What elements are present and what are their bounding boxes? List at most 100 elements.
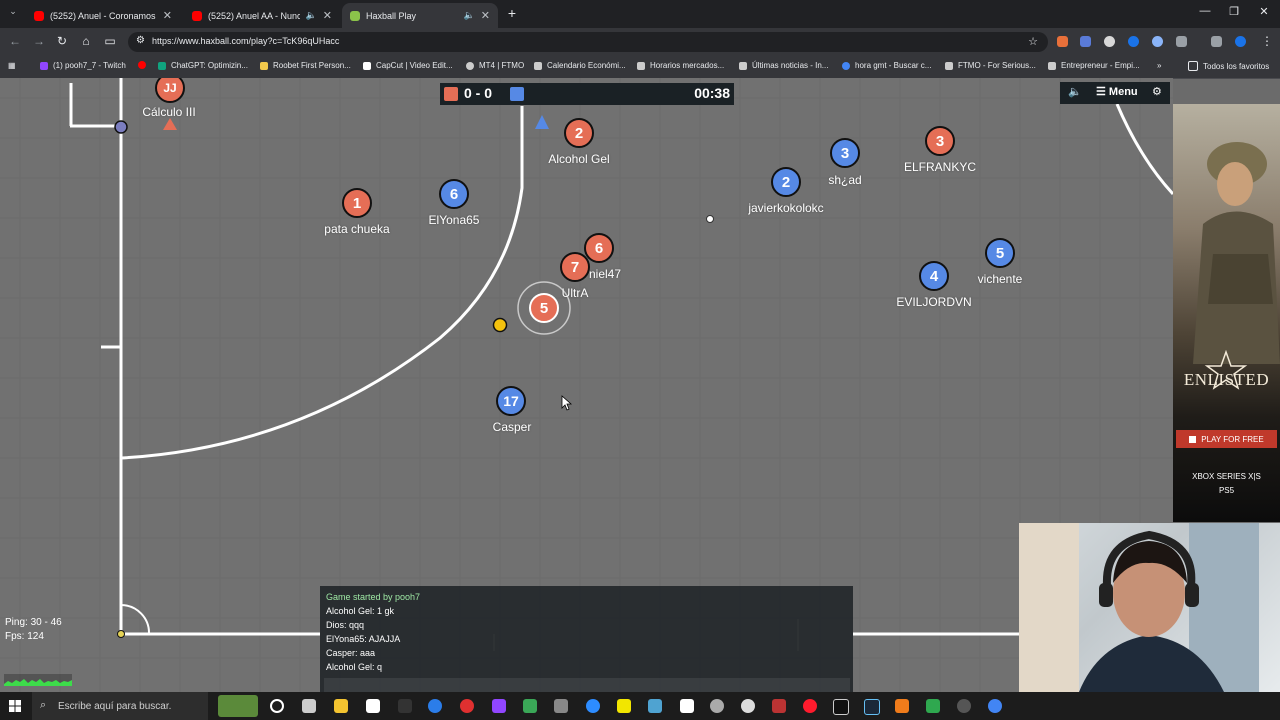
cortana-icon[interactable] (270, 699, 284, 713)
ad-title: ENLISTED (1183, 370, 1270, 389)
app-icon[interactable] (957, 699, 971, 713)
task-view-icon[interactable] (302, 699, 316, 713)
chrome-icon[interactable] (988, 699, 1002, 713)
player-disc-alcohol-gel: 2 (564, 118, 594, 148)
tab-youtube-1[interactable]: (5252) Anuel - Coronamos (Offi ✕ (26, 3, 180, 28)
weather-widget-icon[interactable] (218, 695, 258, 717)
extension-icon[interactable] (1057, 36, 1068, 47)
notepad-icon[interactable] (366, 699, 380, 713)
close-icon[interactable]: ✕ (481, 9, 490, 22)
player-disc-eviljordvn: 4 (919, 261, 949, 291)
bookmark-roobet[interactable]: Roobet First Person... (260, 61, 351, 70)
profile-avatar-icon[interactable] (1235, 36, 1246, 47)
bookmark-star-icon[interactable]: ☆ (1028, 35, 1038, 48)
tab-search-icon[interactable]: ⌄ (4, 6, 22, 17)
home-icon[interactable]: ⌂ (77, 34, 95, 48)
bookmark-noticias[interactable]: Últimas noticias - In... (739, 61, 828, 70)
extension-icon[interactable] (1152, 36, 1163, 47)
app-icon[interactable] (523, 699, 537, 713)
chevron-right-icon[interactable]: » (1157, 61, 1161, 70)
tiktok-icon[interactable] (833, 699, 849, 715)
chat-line: ElYona65: AJAJJA (326, 634, 401, 644)
bookmark-label: ChatGPT: Optimizin... (171, 61, 248, 70)
sticky-notes-icon[interactable] (617, 699, 631, 713)
more-vert-icon[interactable]: ⋮ (1258, 34, 1276, 48)
site-info-icon[interactable]: ⚙ (136, 35, 145, 46)
puzzle-icon[interactable] (1176, 36, 1187, 47)
app-icon[interactable] (398, 699, 412, 713)
minecraft-icon[interactable] (926, 699, 940, 713)
opera-icon[interactable] (803, 699, 817, 713)
menu-button[interactable]: ☰ Menu (1096, 85, 1138, 98)
field-marker (706, 215, 714, 223)
settings-gear-icon[interactable]: ⚙ (1152, 85, 1162, 98)
entrepreneur-icon (1048, 61, 1056, 70)
bookmarks-bar: ▦ (1) pooh7_7 - Twitch ChatGPT: Optimizi… (0, 56, 1280, 79)
app-icon[interactable] (648, 699, 662, 713)
menu-label: Menu (1108, 86, 1138, 98)
restore-icon[interactable]: ❐ (1219, 5, 1249, 18)
ftmo-icon (945, 61, 953, 70)
capcut-icon[interactable] (680, 699, 694, 713)
app-icon[interactable] (895, 699, 909, 713)
new-tab-button[interactable]: + (503, 5, 521, 21)
steam-icon[interactable] (864, 699, 880, 715)
speaker-icon[interactable]: 🔈 (464, 10, 475, 21)
xbox-label: XBOX SERIES X|S (1192, 472, 1261, 481)
close-icon[interactable]: ✕ (323, 9, 332, 22)
minimize-icon[interactable]: — (1190, 5, 1220, 17)
zoom-icon[interactable] (586, 699, 600, 713)
twitch-icon (40, 61, 48, 70)
enlisted-ad[interactable]: ENLISTED PLAY FOR FREE XBOX SERIES X|S P… (1173, 104, 1280, 522)
player-name-pata-chueka: pata chueka (324, 222, 390, 236)
close-icon[interactable]: ✕ (163, 9, 172, 22)
app-icon[interactable] (772, 699, 786, 713)
bookmark-capcut[interactable]: CapCut | Video Edit... (363, 61, 453, 70)
side-panel-icon[interactable]: ▭ (101, 34, 119, 48)
player-disc-elfranky: 3 (925, 126, 955, 156)
edge-icon[interactable] (428, 699, 442, 713)
app-icon[interactable] (554, 699, 568, 713)
bookmark-youtube-dot[interactable] (138, 61, 151, 69)
forward-icon[interactable]: → (30, 34, 48, 48)
chat-line-system: Game started by pooh7 (326, 592, 421, 602)
bookmark-label: hora gmt - Buscar c... (855, 61, 932, 70)
bookmark-chatgpt[interactable]: ChatGPT: Optimizin... (158, 61, 248, 70)
haxball-game[interactable]: 0 - 0 00:38 🔈 ☰ Menu ⚙ JJ Cálculo III 2 … (0, 78, 1173, 692)
taskbar-search[interactable]: ⌕ Escribe aquí para buscar. (32, 692, 208, 720)
windows-taskbar: ⌕ Escribe aquí para buscar. (0, 692, 1280, 720)
windows-start-icon[interactable] (9, 700, 21, 712)
back-icon[interactable]: ← (6, 34, 24, 48)
apps-grid-icon[interactable]: ▦ (8, 61, 16, 70)
globe-icon (466, 61, 474, 70)
blue-team-color (510, 87, 524, 101)
app-icon[interactable] (460, 699, 474, 713)
bookmark-twitch[interactable]: (1) pooh7_7 - Twitch (40, 61, 126, 70)
bookmark-horarios[interactable]: Horarios mercados... (637, 61, 724, 70)
extension-icon[interactable] (1080, 36, 1091, 47)
tab-haxball[interactable]: Haxball Play 🔈 ✕ (342, 3, 498, 28)
reload-icon[interactable]: ↻ (53, 34, 71, 48)
extension-icon[interactable] (1104, 36, 1115, 47)
bookmark-entrepreneur[interactable]: Entrepreneur - Empi... (1048, 61, 1140, 70)
player-disc-pata-chueka: 1 (342, 188, 372, 218)
tab-youtube-2[interactable]: (5252) Anuel AA - Nunca Sa 🔈 ✕ (184, 3, 340, 28)
player-disc-javier: 2 (771, 167, 801, 197)
all-favorites[interactable]: Todos los favoritos (1188, 61, 1269, 71)
address-bar[interactable]: ⚙ https://www.haxball.com/play?c=TcK96qU… (128, 32, 1048, 52)
bookmark-mt4[interactable]: MT4 | FTMO (466, 61, 524, 70)
speaker-icon[interactable]: 🔈 (306, 10, 317, 21)
chat-input[interactable] (324, 678, 850, 692)
file-explorer-icon[interactable] (334, 699, 348, 713)
bookmark-google[interactable]: hora gmt - Buscar c... (842, 61, 931, 70)
downloads-icon[interactable] (1211, 36, 1222, 47)
settings-icon[interactable] (741, 699, 755, 713)
bookmark-calendario[interactable]: Calendario Económi... (534, 61, 626, 70)
play-for-free-button[interactable]: PLAY FOR FREE (1176, 430, 1277, 448)
bookmark-ftmo[interactable]: FTMO - For Serious... (945, 61, 1036, 70)
extension-icon[interactable] (1128, 36, 1139, 47)
app-icon[interactable] (710, 699, 724, 713)
close-window-icon[interactable]: ✕ (1249, 5, 1279, 18)
sound-icon[interactable]: 🔈 (1068, 85, 1082, 98)
twitch-icon[interactable] (492, 699, 506, 713)
